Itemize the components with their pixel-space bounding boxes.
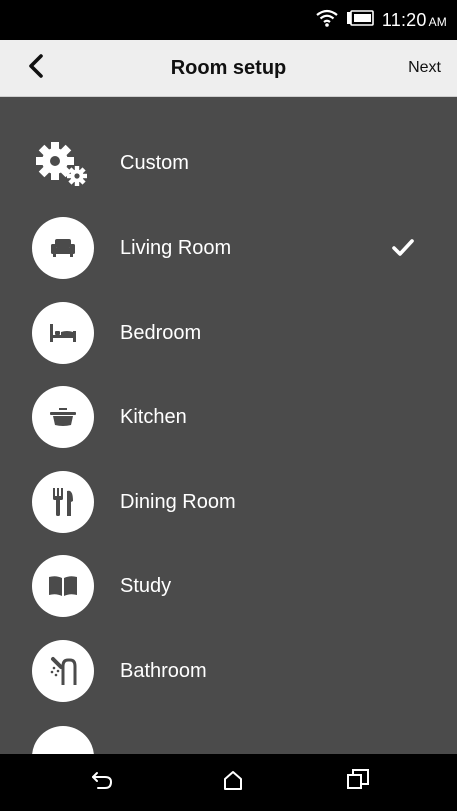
next-button[interactable]: Next [408,59,441,77]
home-icon [222,769,244,796]
fork-knife-icon [32,471,94,533]
room-icon-container [32,555,94,617]
chevron-left-icon [28,53,44,83]
shower-icon [32,640,94,702]
room-icon-container [32,217,94,279]
room-icon-container [32,302,94,364]
room-label: Dining Room [120,490,236,513]
pot-icon [32,386,94,448]
app-bar: Room setup Next [0,40,457,97]
room-item-dining-room[interactable]: Dining Room [0,460,457,544]
recent-apps-icon [346,768,370,797]
nav-home-button[interactable] [203,754,263,811]
room-item-partial[interactable] [32,726,94,754]
gears-icon [32,132,94,194]
room-item-study[interactable]: Study [0,544,457,628]
room-icon-container [32,640,94,702]
room-label: Study [120,574,172,597]
room-label: Bedroom [120,321,202,344]
nav-back-button[interactable] [72,754,132,811]
room-list: Custom Living Room Bedroom Kitchen Dinin… [0,98,457,754]
book-icon [32,555,94,617]
check-icon [390,235,416,261]
back-button[interactable] [28,48,58,88]
room-icon-container [32,471,94,533]
sofa-icon [32,217,94,279]
room-item-custom[interactable]: Custom [0,121,457,205]
bed-icon [32,302,94,364]
room-icon-container [32,386,94,448]
navigation-bar [0,754,457,811]
room-label: Bathroom [120,659,207,682]
status-time: 11:20 AM [382,10,447,31]
room-label: Custom [120,151,189,174]
room-label: Kitchen [120,405,187,428]
status-time-ampm: AM [428,14,447,29]
room-item-bathroom[interactable]: Bathroom [0,629,457,713]
page-title: Room setup [170,56,287,79]
battery-icon [346,9,374,31]
status-bar: 11:20 AM [0,0,457,40]
nav-recent-apps-button[interactable] [328,754,388,811]
status-time-value: 11:20 [381,9,427,30]
room-item-kitchen[interactable]: Kitchen [0,375,457,459]
room-item-living-room[interactable]: Living Room [0,206,457,290]
wifi-icon [316,9,338,32]
room-label: Living Room [120,236,232,259]
room-item-bedroom[interactable]: Bedroom [0,291,457,375]
back-icon [90,769,114,796]
